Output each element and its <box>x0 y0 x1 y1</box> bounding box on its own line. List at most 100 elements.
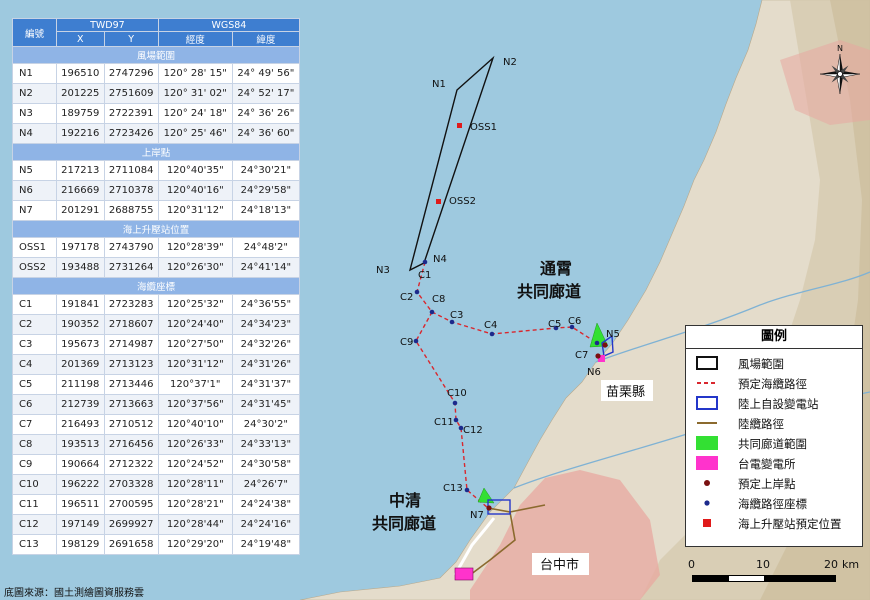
cell-y: 2743790 <box>103 237 159 258</box>
cell-lat: 24°29'58" <box>231 180 301 201</box>
label-c1: C1 <box>418 270 431 281</box>
oss2-marker <box>436 199 441 204</box>
cell-y: 2688755 <box>103 200 159 221</box>
cable-point-c8 <box>429 309 435 315</box>
map-legend: 圖例 風場範圍 預定海纜路徑 陸上自設變電站 陸纜路徑 共同廊道範圍 台電變電所… <box>685 325 863 547</box>
city-label: 台中市 <box>540 557 579 573</box>
cell-id: C2 <box>12 314 57 335</box>
label-oss1: OSS1 <box>470 122 497 133</box>
cell-y: 2722391 <box>103 103 159 124</box>
cell-x: 190664 <box>56 454 105 475</box>
label-n6: N6 <box>587 367 601 378</box>
label-c7: C7 <box>575 350 588 361</box>
cell-x: 190352 <box>56 314 105 335</box>
cable-point-c7 <box>594 340 600 346</box>
cell-y: 2718607 <box>103 314 159 335</box>
cell-lon: 120°40'16" <box>157 180 233 201</box>
cell-x: 216669 <box>56 180 105 201</box>
cell-y: 2699927 <box>103 514 159 535</box>
north-label: N <box>837 44 843 53</box>
cell-id: C13 <box>12 534 57 555</box>
cell-lat: 24° 49' 56" <box>231 63 301 84</box>
table-row: OSS1 197178 2743790 120°28'39" 24°48'2" <box>12 237 301 258</box>
table-row: C4 201369 2713123 120°31'12" 24°31'26" <box>12 354 301 375</box>
legend-item-self-substation: 陸上自設變電站 <box>696 394 861 414</box>
scale-segment-2 <box>728 575 766 582</box>
col-header-twd97: TWD97 <box>56 18 159 32</box>
table-row: C10 196222 2703328 120°28'11" 24°26'7" <box>12 474 301 495</box>
cell-y: 2723426 <box>103 123 159 144</box>
cell-y: 2747296 <box>103 63 159 84</box>
cell-lat: 24°24'38" <box>231 494 301 515</box>
cable-point-c11 <box>453 417 459 423</box>
legend-item-corridor: 共同廊道範圍 <box>696 434 861 454</box>
cell-lat: 24°31'26" <box>231 354 301 375</box>
landing-point-n5 <box>602 342 608 348</box>
cell-x: 193488 <box>56 257 105 278</box>
legend-label: 台電變電所 <box>738 457 796 471</box>
cell-id: C11 <box>12 494 57 515</box>
cell-x: 197178 <box>56 237 105 258</box>
label-c3: C3 <box>450 310 463 321</box>
label-c11: C11 <box>434 417 454 428</box>
label-c10: C10 <box>447 388 467 399</box>
scale-unit: km <box>842 558 860 571</box>
scale-segment-1 <box>692 575 730 582</box>
cell-x: 193513 <box>56 434 105 455</box>
cell-lat: 24° 36' 26" <box>231 103 301 124</box>
cell-id: N6 <box>12 180 57 201</box>
label-c2: C2 <box>400 292 413 303</box>
cell-id: C6 <box>12 394 57 415</box>
cell-lat: 24°36'55" <box>231 294 301 315</box>
cell-id: C8 <box>12 434 57 455</box>
cell-lat: 24° 36' 60" <box>231 123 301 144</box>
label-n1: N1 <box>432 79 446 90</box>
label-oss2: OSS2 <box>449 196 476 207</box>
magenta-fill-icon <box>696 456 718 470</box>
cell-lon: 120°26'33" <box>157 434 233 455</box>
legend-label: 陸上自設變電站 <box>738 397 819 411</box>
col-header-x: X <box>56 31 105 47</box>
dashed-red-line-icon <box>697 382 717 384</box>
corridor-north-subtitle: 共同廊道 <box>517 282 581 301</box>
cell-lat: 24°34'23" <box>231 314 301 335</box>
table-row: N1 196510 2747296 120° 28' 15" 24° 49' 56" <box>12 63 301 84</box>
coordinate-table: 編號 TWD97 WGS84 X Y 經度 緯度 風場範圍 N1 196510 274… <box>12 18 301 555</box>
cell-x: 198129 <box>56 534 105 555</box>
label-c5: C5 <box>548 319 561 330</box>
cell-y: 2711084 <box>103 160 159 181</box>
cell-lat: 24°24'16" <box>231 514 301 535</box>
label-n7: N7 <box>470 510 484 521</box>
map-source-credit: 底圖來源：國土測繪圖資服務雲 <box>4 588 144 599</box>
cell-lat: 24°32'26" <box>231 334 301 355</box>
table-row: N7 201291 2688755 120°31'12" 24°18'13" <box>12 200 301 221</box>
cell-lon: 120°28'44" <box>157 514 233 535</box>
cell-lat: 24°26'7" <box>231 474 301 495</box>
cell-lon: 120°24'40" <box>157 314 233 335</box>
cell-lon: 120°37'56" <box>157 394 233 415</box>
legend-item-offshore-substation: 海上升壓站預定位置 <box>696 514 861 534</box>
cable-point-c2 <box>414 289 420 295</box>
legend-label: 風場範圍 <box>738 357 784 371</box>
cell-lat: 24°33'13" <box>231 434 301 455</box>
table-row: C11 196511 2700595 120°28'21" 24°24'38" <box>12 494 301 515</box>
cell-lat: 24°48'2" <box>231 237 301 258</box>
north-arrow-icon: N <box>819 44 861 95</box>
cell-lon: 120° 31' 02" <box>157 83 233 104</box>
cell-x: 201291 <box>56 200 105 221</box>
cell-id: N3 <box>12 103 57 124</box>
cell-id: C3 <box>12 334 57 355</box>
cell-lat: 24°30'21" <box>231 160 301 181</box>
label-n3: N3 <box>376 265 390 276</box>
table-row: N2 201225 2751609 120° 31' 02" 24° 52' 17" <box>12 83 301 104</box>
scale-tick-0: 0 <box>688 558 695 571</box>
cable-point-c4 <box>489 331 495 337</box>
cell-id: C10 <box>12 474 57 495</box>
cell-x: 217213 <box>56 160 105 181</box>
cell-y: 2714987 <box>103 334 159 355</box>
table-row: C5 211198 2713446 120°37'1" 24°31'37" <box>12 374 301 395</box>
cell-y: 2712322 <box>103 454 159 475</box>
cell-id: N7 <box>12 200 57 221</box>
legend-label: 預定海纜路徑 <box>738 377 807 391</box>
cell-lon: 120°31'12" <box>157 200 233 221</box>
